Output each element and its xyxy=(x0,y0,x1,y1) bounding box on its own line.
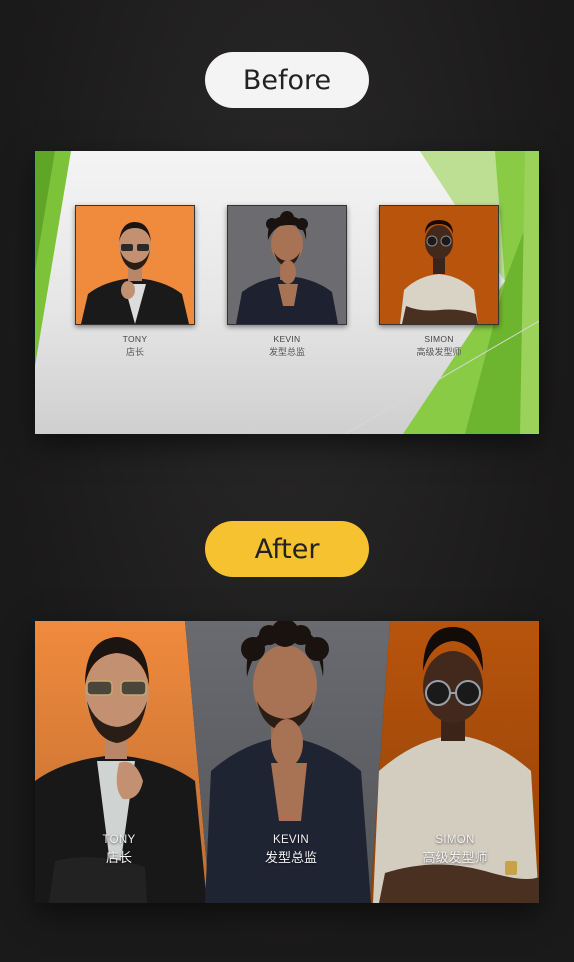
tony-portrait-photo xyxy=(75,205,195,325)
tony-after-name: TONY xyxy=(102,834,136,846)
before-slide: TONY 店长 KEVIN 发型总监 SIMON 高级发型师 xyxy=(35,151,539,434)
kevin-role: 发型总监 xyxy=(268,347,305,357)
simon-after-caption: SIMON 高级发型师 xyxy=(395,834,515,866)
kevin-after-caption: KEVIN 发型总监 xyxy=(231,834,351,866)
before-label: Before xyxy=(205,52,369,108)
simon-name: SIMON xyxy=(424,334,454,344)
tony-role: 店长 xyxy=(125,347,144,357)
person-card-tony: TONY 店长 xyxy=(75,205,195,358)
simon-after-name: SIMON xyxy=(435,834,475,846)
kevin-portrait-photo xyxy=(227,205,347,325)
tony-after-caption: TONY 店长 xyxy=(59,834,179,866)
simon-role: 高级发型师 xyxy=(416,347,462,357)
simon-portrait-photo xyxy=(379,205,499,325)
person-card-kevin: KEVIN 发型总监 xyxy=(227,205,347,358)
simon-after-role: 高级发型师 xyxy=(422,850,488,865)
kevin-name: KEVIN xyxy=(273,334,301,344)
kevin-after-name: KEVIN xyxy=(272,834,309,846)
tony-after-role: 店长 xyxy=(105,850,132,865)
person-card-simon: SIMON 高级发型师 xyxy=(379,205,499,358)
before-after-comparison: Before TONY 店长 KEVIN 发型总监 SIMON 高级发型师 Af… xyxy=(0,0,574,962)
after-label: After xyxy=(205,521,369,577)
kevin-after-role: 发型总监 xyxy=(264,850,317,865)
after-slide: TONY 店长 KEVIN 发型总监 SIMON 高级发型师 xyxy=(35,621,539,903)
tony-name: TONY xyxy=(122,334,148,344)
